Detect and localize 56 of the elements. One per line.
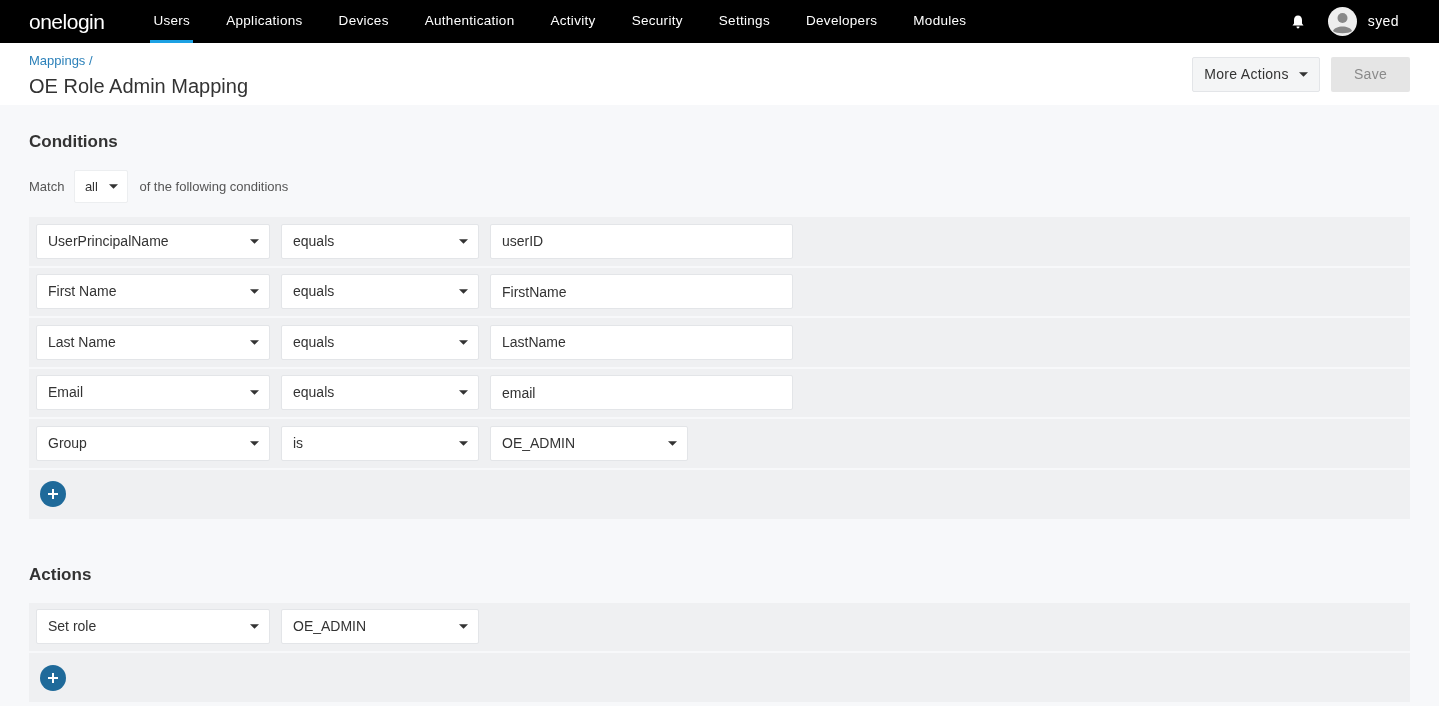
section-heading: Conditions bbox=[29, 131, 119, 153]
caret-icon bbox=[250, 238, 259, 244]
add-button[interactable] bbox=[40, 481, 66, 507]
dropdown[interactable]: equals bbox=[281, 375, 479, 411]
plus-icon bbox=[47, 488, 59, 500]
plus-icon bbox=[47, 671, 59, 684]
nav-tab[interactable]: Settings bbox=[715, 0, 773, 43]
add-button[interactable] bbox=[40, 664, 66, 691]
dropdown[interactable]: is bbox=[281, 425, 479, 461]
caret-icon bbox=[250, 624, 259, 630]
dropdown[interactable]: Group bbox=[36, 425, 270, 461]
dropdown[interactable]: Email bbox=[36, 375, 270, 411]
caret-icon bbox=[459, 289, 468, 295]
nav-tab[interactable]: Devices bbox=[335, 0, 392, 43]
caret-icon bbox=[459, 624, 468, 630]
dropdown[interactable]: OE_ADMIN bbox=[281, 609, 479, 645]
nav-tab[interactable]: Modules bbox=[910, 0, 970, 43]
nav-tab[interactable]: Applications bbox=[223, 0, 306, 43]
nav-tab[interactable]: Activity bbox=[547, 0, 599, 43]
value-input[interactable]: userID bbox=[490, 223, 793, 259]
nav-tab[interactable]: Authentication bbox=[421, 0, 518, 43]
section-heading: Actions bbox=[29, 563, 93, 586]
dropdown[interactable]: First Name bbox=[36, 274, 270, 310]
caret-icon bbox=[250, 339, 259, 345]
dropdown[interactable]: UserPrincipalName bbox=[36, 223, 270, 259]
caret-icon bbox=[459, 238, 468, 244]
value-input[interactable]: LastName bbox=[490, 324, 793, 360]
match-suffix: of the following conditions bbox=[139, 177, 289, 196]
nav-tab[interactable]: Security bbox=[628, 0, 686, 43]
caret-icon bbox=[459, 339, 468, 345]
caret-icon bbox=[250, 440, 259, 446]
match-dropdown[interactable]: all bbox=[74, 170, 129, 203]
username[interactable]: syed bbox=[1367, 11, 1399, 32]
dropdown[interactable]: OE_ADMIN bbox=[490, 425, 688, 461]
caret-icon bbox=[250, 289, 259, 295]
caret-icon bbox=[459, 440, 468, 446]
breadcrumb-link[interactable]: Mappings / bbox=[29, 53, 248, 69]
more-actions-button[interactable]: More Actions bbox=[1192, 57, 1320, 92]
match-label: Match bbox=[29, 177, 65, 196]
caret-icon bbox=[250, 390, 259, 396]
dropdown[interactable]: equals bbox=[281, 324, 479, 360]
logo: onelogin bbox=[29, 8, 105, 35]
avatar-icon[interactable] bbox=[1327, 7, 1357, 36]
caret-icon bbox=[459, 390, 468, 396]
dropdown[interactable]: equals bbox=[281, 223, 479, 259]
caret-icon bbox=[1298, 72, 1308, 77]
value-input[interactable]: email bbox=[490, 375, 793, 411]
dropdown[interactable]: Last Name bbox=[36, 324, 270, 360]
dropdown[interactable]: Set role bbox=[36, 609, 270, 645]
caret-icon bbox=[668, 440, 677, 446]
caret-icon bbox=[108, 184, 118, 189]
nav-tab[interactable]: Developers bbox=[803, 0, 881, 43]
value-input[interactable]: FirstName bbox=[490, 274, 793, 310]
notification-bell-icon[interactable] bbox=[1291, 14, 1304, 29]
page-title: OE Role Admin Mapping bbox=[29, 74, 248, 99]
dropdown[interactable]: equals bbox=[281, 274, 479, 310]
